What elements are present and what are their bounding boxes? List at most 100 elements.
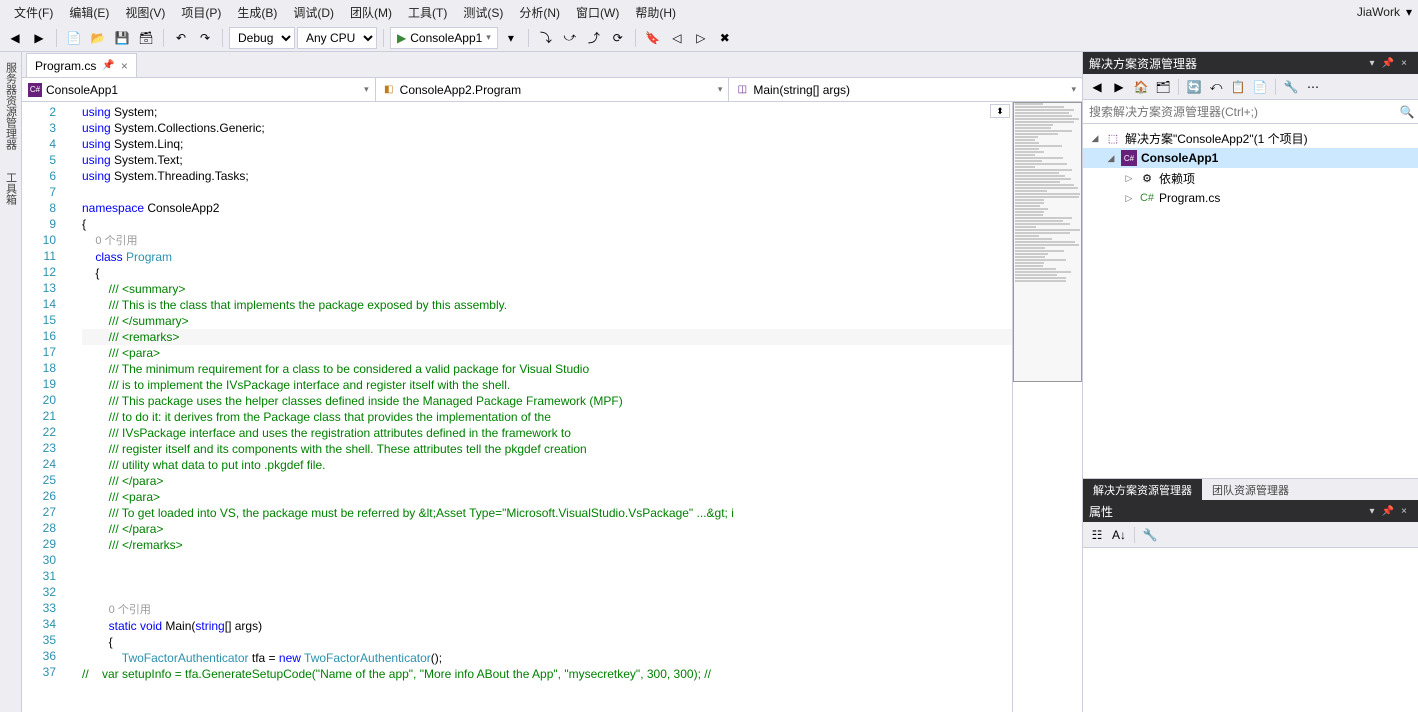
menu-item[interactable]: 窗口(W): [568, 4, 627, 22]
menu-item[interactable]: 调试(D): [285, 4, 342, 22]
se-showall-button[interactable]: 📋: [1228, 77, 1248, 97]
menu-bar: 文件(F)编辑(E)视图(V)项目(P)生成(B)调试(D)团队(M)工具(T)…: [0, 0, 1418, 24]
menu-item[interactable]: 测试(S): [455, 4, 511, 22]
line-number-gutter: 2345678910111213141516171819202122232425…: [22, 102, 64, 712]
se-wrench-button[interactable]: 🔧: [1281, 77, 1301, 97]
prop-categorized-button[interactable]: ☷: [1087, 525, 1107, 545]
clear-bookmarks-button[interactable]: ✖: [714, 27, 736, 49]
properties-header: 属性 ▾ 📌 ×: [1083, 500, 1418, 522]
panel-pin-icon[interactable]: 📌: [1380, 503, 1396, 519]
nav-back-button[interactable]: ◀: [4, 27, 26, 49]
dependencies-icon: ⚙: [1139, 170, 1155, 186]
next-bookmark-button[interactable]: ▷: [690, 27, 712, 49]
menu-item[interactable]: 生成(B): [229, 4, 285, 22]
panel-dropdown-icon[interactable]: ▾: [1364, 55, 1380, 71]
open-file-button[interactable]: 📂: [87, 27, 109, 49]
redo-button[interactable]: ↷: [194, 27, 216, 49]
step-over-button[interactable]: ⤻: [559, 27, 581, 49]
se-back-button[interactable]: ◀: [1087, 77, 1107, 97]
search-icon[interactable]: 🔍: [1396, 105, 1418, 119]
expand-icon[interactable]: ◢: [1089, 133, 1101, 144]
se-properties-button[interactable]: 📄: [1250, 77, 1270, 97]
save-button[interactable]: 💾: [111, 27, 133, 49]
nav-member-combo[interactable]: ◫ Main(string[] args) ▾: [729, 78, 1082, 101]
properties-toolbar: ☷ A↓ 🔧: [1083, 522, 1418, 548]
se-sync-button[interactable]: 🗂: [1153, 77, 1173, 97]
platform-select[interactable]: Any CPU: [297, 27, 377, 49]
solution-search-input[interactable]: [1083, 105, 1396, 119]
server-explorer-tab[interactable]: 服务器资源管理器: [1, 56, 21, 156]
file-node-program[interactable]: ▷ C# Program.cs: [1083, 188, 1418, 208]
solution-explorer-header: 解决方案资源管理器 ▾ 📌 ×: [1083, 52, 1418, 74]
pin-icon[interactable]: 📌: [102, 60, 114, 71]
start-debug-button[interactable]: ▶ ConsoleApp1 ▾: [390, 27, 498, 49]
menu-item[interactable]: 团队(M): [342, 4, 400, 22]
panel-close-icon[interactable]: ×: [1396, 503, 1412, 519]
close-tab-icon[interactable]: ×: [121, 59, 128, 73]
menu-item[interactable]: 分析(N): [511, 4, 568, 22]
new-project-button[interactable]: 📄: [63, 27, 85, 49]
config-select[interactable]: Debug: [229, 27, 295, 49]
nav-class-combo[interactable]: ◧ ConsoleApp2.Program ▾: [376, 78, 730, 101]
se-forward-button[interactable]: ▶: [1109, 77, 1129, 97]
project-node[interactable]: ◢ C# ConsoleApp1: [1083, 148, 1418, 168]
toolbox-tab[interactable]: 工具箱: [1, 166, 21, 211]
tab-team-explorer[interactable]: 团队资源管理器: [1202, 479, 1299, 500]
solution-icon: ⬚: [1105, 130, 1121, 146]
user-menu[interactable]: JiaWork: [1351, 3, 1406, 21]
tab-solution-explorer[interactable]: 解决方案资源管理器: [1083, 479, 1202, 500]
menu-item[interactable]: 项目(P): [173, 4, 229, 22]
left-tool-tabs: 服务器资源管理器 工具箱: [0, 52, 22, 712]
se-home-button[interactable]: 🏠: [1131, 77, 1151, 97]
class-icon: ◧: [382, 83, 396, 97]
code-text[interactable]: using System;using System.Collections.Ge…: [78, 102, 1012, 712]
expand-icon[interactable]: ▷: [1123, 173, 1135, 184]
solution-node[interactable]: ◢ ⬚ 解决方案"ConsoleApp2"(1 个项目): [1083, 128, 1418, 148]
solution-tree[interactable]: ◢ ⬚ 解决方案"ConsoleApp2"(1 个项目) ◢ C# Consol…: [1083, 124, 1418, 478]
document-tabstrip: Program.cs 📌 ×: [22, 52, 1082, 78]
file-tab-label: Program.cs: [35, 59, 96, 73]
nav-project-combo[interactable]: C# ConsoleApp1 ▾: [22, 78, 376, 101]
user-dropdown-icon[interactable]: ▾: [1406, 5, 1412, 19]
menu-item[interactable]: 编辑(E): [61, 4, 117, 22]
prop-wrench-button[interactable]: 🔧: [1140, 525, 1160, 545]
step-into-button[interactable]: ⤵: [535, 27, 557, 49]
properties-body: [1083, 548, 1418, 712]
code-editor[interactable]: 2345678910111213141516171819202122232425…: [22, 102, 1012, 712]
fold-gutter[interactable]: [64, 102, 78, 712]
bookmark-button[interactable]: 🔖: [642, 27, 664, 49]
solution-search[interactable]: 🔍: [1083, 100, 1418, 124]
properties-panel: 属性 ▾ 📌 × ☷ A↓ 🔧: [1083, 500, 1418, 712]
method-icon: ◫: [735, 83, 749, 97]
se-collapse-button[interactable]: ⤺: [1206, 77, 1226, 97]
file-tab-program[interactable]: Program.cs 📌 ×: [26, 53, 137, 77]
panel-pin-icon[interactable]: 📌: [1380, 55, 1396, 71]
expand-icon[interactable]: ◢: [1105, 153, 1117, 164]
panel-close-icon[interactable]: ×: [1396, 55, 1412, 71]
play-icon: ▶: [397, 31, 406, 45]
undo-button[interactable]: ↶: [170, 27, 192, 49]
restart-button[interactable]: ⟳: [607, 27, 629, 49]
step-out-button[interactable]: ⤴: [583, 27, 605, 49]
se-refresh-button[interactable]: 🔄: [1184, 77, 1204, 97]
menu-item[interactable]: 视图(V): [117, 4, 173, 22]
menu-item[interactable]: 工具(T): [400, 4, 455, 22]
save-all-button[interactable]: 🗃: [135, 27, 157, 49]
solution-explorer-toolbar: ◀ ▶ 🏠 🗂 🔄 ⤺ 📋 📄 🔧 ⋯: [1083, 74, 1418, 100]
main-toolbar: ◀ ▶ 📄 📂 💾 🗃 ↶ ↷ Debug Any CPU ▶ ConsoleA…: [0, 24, 1418, 52]
panel-dropdown-icon[interactable]: ▾: [1364, 503, 1380, 519]
dependencies-node[interactable]: ▷ ⚙ 依赖项: [1083, 168, 1418, 188]
right-panel-tabs: 解决方案资源管理器 团队资源管理器: [1083, 478, 1418, 500]
expand-icon[interactable]: ▷: [1123, 193, 1135, 204]
start-label: ConsoleApp1: [410, 31, 482, 45]
browser-select-button[interactable]: ▾: [500, 27, 522, 49]
se-more-button[interactable]: ⋯: [1303, 77, 1323, 97]
minimap[interactable]: [1012, 102, 1082, 712]
prop-alpha-button[interactable]: A↓: [1109, 525, 1129, 545]
prev-bookmark-button[interactable]: ◁: [666, 27, 688, 49]
nav-forward-button[interactable]: ▶: [28, 27, 50, 49]
split-editor-button[interactable]: ⬍: [990, 104, 1010, 118]
menu-item[interactable]: 文件(F): [6, 4, 61, 22]
csharp-project-icon: C#: [1121, 150, 1137, 166]
menu-item[interactable]: 帮助(H): [627, 4, 684, 22]
